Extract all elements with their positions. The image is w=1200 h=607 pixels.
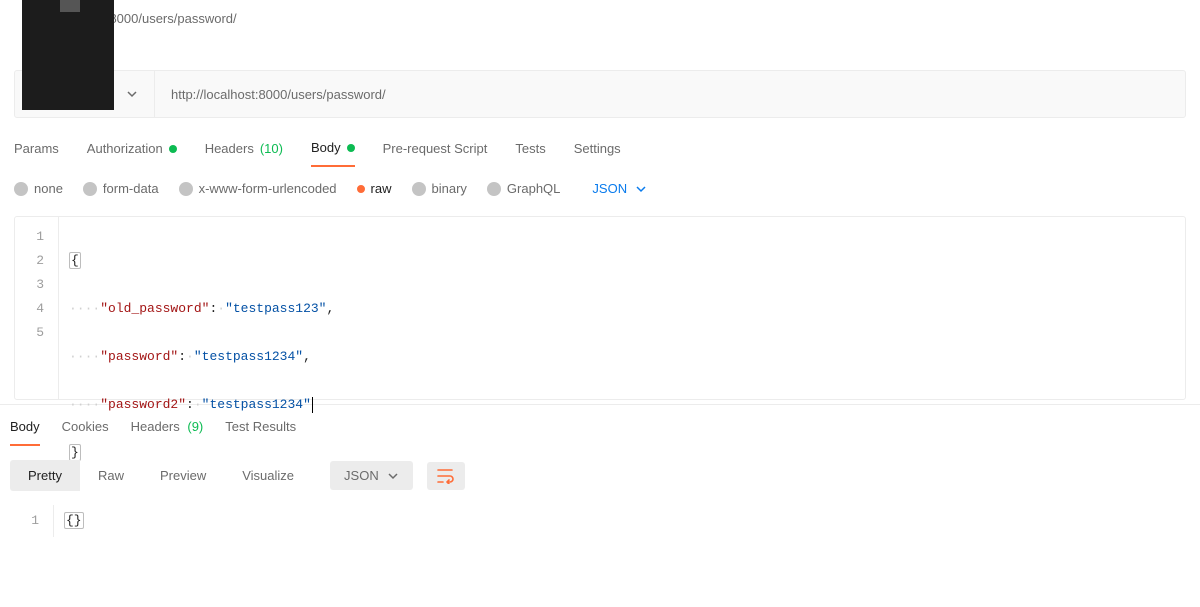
line-number: 1 [29,225,44,249]
auth-status-dot [169,145,177,153]
url-value: http://localhost:8000/users/password/ [171,87,386,102]
body-type-raw[interactable]: raw [357,181,392,196]
response-format-dropdown[interactable]: JSON [330,461,413,490]
wrap-icon [437,468,455,484]
resp-headers-count: (9) [187,419,203,434]
tab-authorization[interactable]: Authorization [87,141,177,166]
resp-tab-cookies[interactable]: Cookies [62,419,109,446]
body-type-none[interactable]: none [14,181,63,196]
tab-headers[interactable]: Headers (10) [205,141,283,166]
resp-tab-body[interactable]: Body [10,419,40,446]
body-format-dropdown[interactable]: JSON [592,181,647,196]
resp-gutter: 1 [10,505,54,537]
body-type-xform[interactable]: x-www-form-urlencoded [179,181,337,196]
line-number: 5 [29,321,44,345]
radio-icon [83,182,97,196]
body-type-row: none form-data x-www-form-urlencoded raw… [0,167,1200,200]
text-cursor [312,397,313,413]
radio-icon [412,182,426,196]
radio-icon [14,182,28,196]
request-tabs: Params Authorization Headers (10) Body P… [0,140,1200,167]
editor-code[interactable]: { ····"old_password":·"testpass123", ···… [59,217,344,399]
chevron-down-icon [635,183,647,195]
body-type-binary[interactable]: binary [412,181,467,196]
code-line: ····"old_password":·"testpass123", [69,297,334,321]
tab-params[interactable]: Params [14,141,59,166]
resp-tab-tests[interactable]: Test Results [225,419,296,446]
resp-code[interactable]: {} [54,505,94,537]
code-line: ····"password2":·"testpass1234" [69,393,334,417]
dark-overlay-notch [60,0,80,12]
tab-prerequest[interactable]: Pre-request Script [383,141,488,166]
radio-icon [487,182,501,196]
seg-raw[interactable]: Raw [80,460,142,491]
seg-visualize[interactable]: Visualize [224,460,312,491]
body-type-graphql[interactable]: GraphQL [487,181,560,196]
code-line: {} [64,509,84,533]
editor-gutter: 1 2 3 4 5 [15,217,59,399]
seg-pretty[interactable]: Pretty [10,460,80,491]
wrap-lines-button[interactable] [427,462,465,490]
response-view-segments: Pretty Raw Preview Visualize [10,460,312,491]
tab-tests[interactable]: Tests [515,141,545,166]
radio-icon [179,182,193,196]
code-line: { [69,249,334,273]
line-number: 3 [29,273,44,297]
request-body-editor[interactable]: 1 2 3 4 5 { ····"old_password":·"testpas… [14,216,1186,400]
chevron-down-icon [126,88,138,100]
resp-tab-headers[interactable]: Headers (9) [131,419,204,446]
seg-preview[interactable]: Preview [142,460,224,491]
tab-body[interactable]: Body [311,140,355,167]
chevron-down-icon [387,470,399,482]
url-input[interactable]: http://localhost:8000/users/password/ [155,87,386,102]
line-number: 4 [29,297,44,321]
dark-overlay [22,0,114,110]
tab-settings[interactable]: Settings [574,141,621,166]
request-tab-label[interactable]: http://localhost:8000/users/password/ [0,0,1200,36]
headers-count: (10) [260,141,283,156]
line-number: 2 [29,249,44,273]
code-line: ····"password":·"testpass1234", [69,345,334,369]
line-number: 1 [24,509,39,533]
request-bar: PUT http://localhost:8000/users/password… [14,70,1186,118]
radio-icon [357,185,365,193]
body-status-dot [347,144,355,152]
body-type-formdata[interactable]: form-data [83,181,159,196]
